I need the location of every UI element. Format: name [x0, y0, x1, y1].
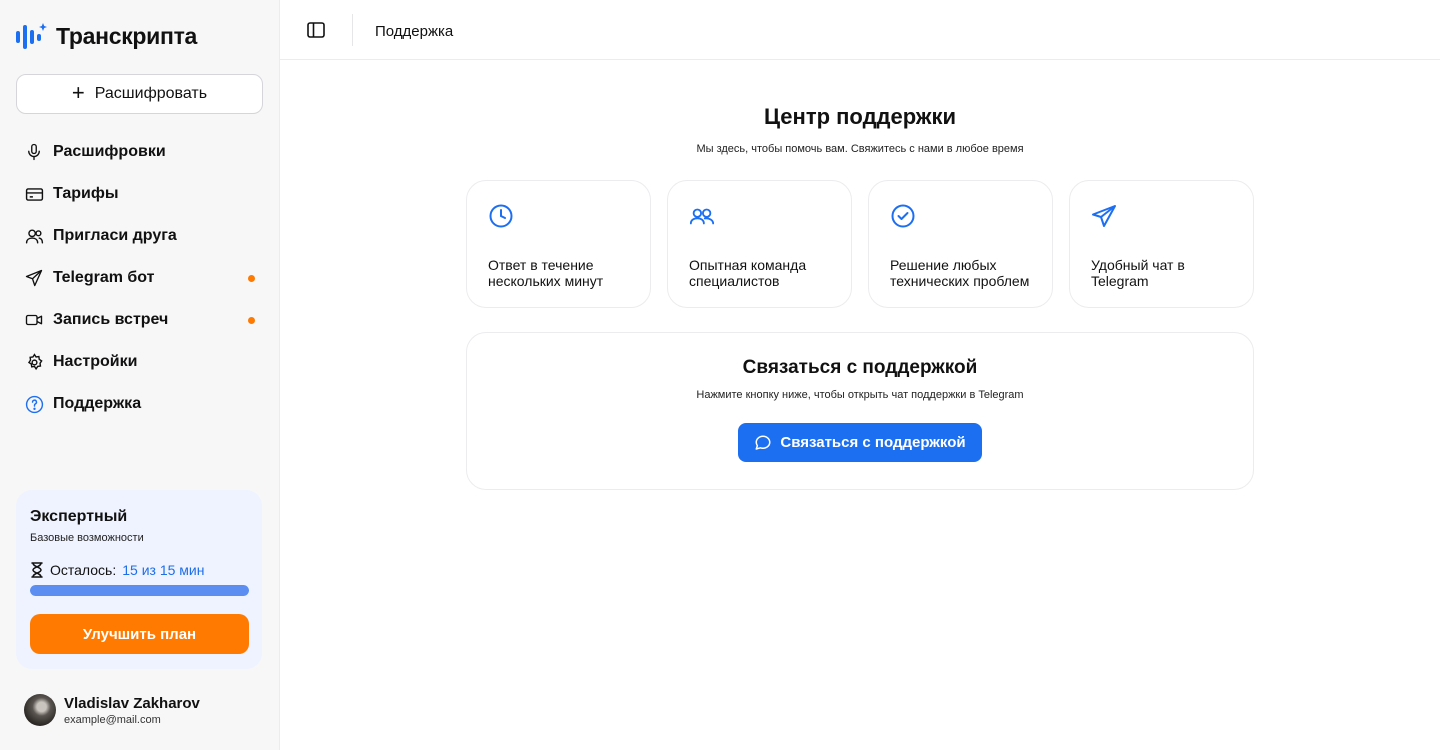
- feature-cards: Ответ в течение нескольких минут Опытная…: [466, 180, 1254, 308]
- clock-icon: [489, 204, 513, 228]
- chat-bubble-icon: [755, 435, 771, 450]
- feature-card: Ответ в течение нескольких минут: [466, 180, 651, 308]
- contact-support-card: Связаться с поддержкой Нажмите кнопку ни…: [466, 332, 1254, 490]
- feature-text: Решение любых технических проблем: [890, 257, 1030, 289]
- contact-subtitle: Нажмите кнопку ниже, чтобы открыть чат п…: [696, 389, 1024, 401]
- sidebar-item-label: Пригласи друга: [53, 227, 177, 244]
- gear-icon: [24, 352, 44, 372]
- feature-card: Опытная команда специалистов: [667, 180, 852, 308]
- sidebar-item-label: Поддержка: [53, 395, 142, 412]
- sidebar: Транскрипта + Расшифровать Расшифровки Т…: [0, 0, 280, 750]
- sidebar-item-label: Запись встреч: [53, 311, 169, 328]
- telegram-icon: [1092, 205, 1116, 227]
- breadcrumb: Поддержка: [375, 23, 454, 40]
- check-circle-icon: [891, 204, 915, 228]
- feature-card: Удобный чат в Telegram: [1069, 180, 1254, 308]
- sidebar-nav: Расшифровки Тарифы Пригласи друга Telegr…: [16, 131, 263, 425]
- usage-progress-bar: [30, 585, 249, 596]
- plan-description: Базовые возможности: [30, 532, 144, 544]
- user-profile[interactable]: Vladislav Zakharov example@mail.com: [24, 694, 200, 726]
- contact-title: Связаться с поддержкой: [742, 357, 978, 378]
- sidebar-item-label: Тарифы: [53, 185, 119, 202]
- remaining-value: 15 из 15 мин: [122, 562, 205, 578]
- remaining-time: Осталось: 15 из 15 мин: [30, 562, 248, 578]
- plus-icon: +: [71, 79, 85, 105]
- notification-dot: [248, 275, 255, 282]
- hourglass-icon: [31, 562, 43, 578]
- sidebar-item-settings[interactable]: Настройки: [16, 341, 263, 383]
- sidebar-item-telegram-bot[interactable]: Telegram бот: [16, 257, 263, 299]
- page-title: Центр поддержки: [763, 104, 957, 129]
- upgrade-plan-button[interactable]: Улучшить план: [30, 614, 249, 654]
- feature-card: Решение любых технических проблем: [868, 180, 1053, 308]
- sidebar-toggle-icon[interactable]: [306, 20, 326, 40]
- user-name: Vladislav Zakharov: [64, 694, 200, 712]
- sidebar-item-label: Настройки: [53, 353, 138, 370]
- user-email: example@mail.com: [64, 713, 161, 726]
- sidebar-item-label: Telegram бот: [53, 269, 155, 286]
- help-circle-icon: [24, 394, 44, 414]
- send-icon: [24, 268, 44, 288]
- contact-support-button[interactable]: Связаться с поддержкой: [738, 423, 982, 462]
- sidebar-item-support[interactable]: Поддержка: [16, 383, 263, 425]
- sidebar-item-meeting-recording[interactable]: Запись встреч: [16, 299, 263, 341]
- feature-text: Удобный чат в Telegram: [1091, 257, 1185, 289]
- sidebar-item-invite[interactable]: Пригласи друга: [16, 215, 263, 257]
- app-name: Транскрипта: [56, 22, 198, 49]
- avatar: [24, 694, 56, 726]
- topbar: Поддержка: [280, 0, 1440, 60]
- feature-text: Ответ в течение нескольких минут: [488, 257, 604, 289]
- logo-icon: [16, 23, 47, 49]
- users-icon: [24, 226, 44, 246]
- plan-name: Экспертный: [30, 508, 128, 525]
- remaining-label: Осталось:: [50, 562, 117, 578]
- video-icon: [24, 310, 44, 330]
- logo[interactable]: Транскрипта: [16, 22, 197, 50]
- team-icon: [689, 208, 715, 225]
- plan-card: Экспертный Базовые возможности Осталось:…: [16, 490, 262, 669]
- topbar-divider: [352, 14, 353, 46]
- contact-support-label: Связаться с поддержкой: [780, 434, 966, 451]
- card-icon: [24, 184, 44, 204]
- usage-progress-fill: [30, 585, 249, 596]
- sidebar-item-label: Расшифровки: [53, 143, 166, 160]
- new-transcription-label: Расшифровать: [94, 85, 208, 102]
- sidebar-item-transcriptions[interactable]: Расшифровки: [16, 131, 263, 173]
- page-subtitle: Мы здесь, чтобы помочь вам. Свяжитесь с …: [696, 143, 1024, 155]
- microphone-icon: [24, 142, 44, 162]
- new-transcription-button[interactable]: + Расшифровать: [16, 74, 263, 114]
- sidebar-item-tariffs[interactable]: Тарифы: [16, 173, 263, 215]
- feature-text: Опытная команда специалистов: [689, 257, 807, 289]
- notification-dot: [248, 317, 255, 324]
